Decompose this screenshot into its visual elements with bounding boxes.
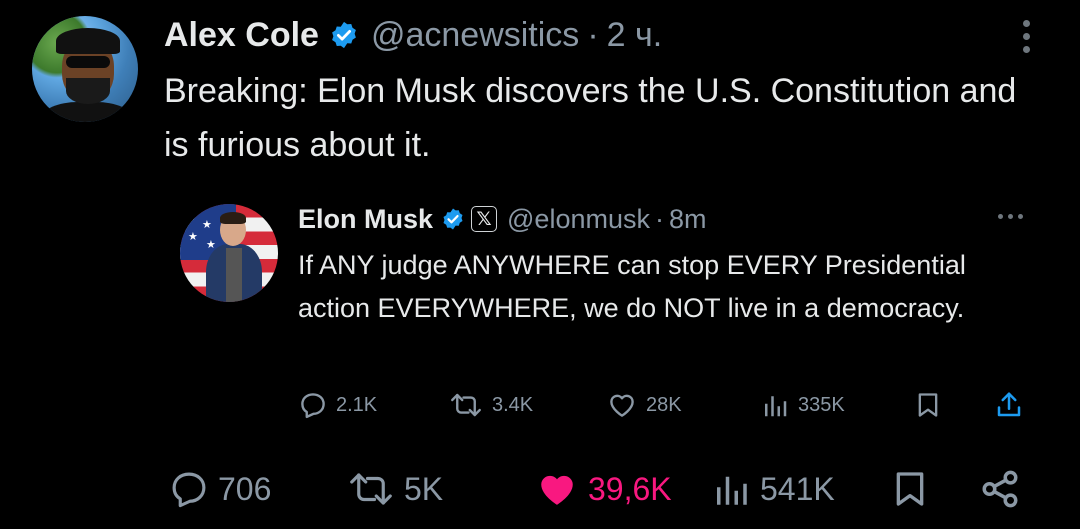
quoted-more-icon[interactable] (994, 210, 1028, 224)
quoted-author-handle[interactable]: @elonmusk (507, 204, 650, 235)
quoted-views-count: 335K (798, 393, 845, 416)
quoted-reply-button[interactable]: 2.1K (298, 390, 377, 420)
outer-author-name[interactable]: Alex Cole (164, 16, 319, 55)
quoted-tweet-header: Elon Musk 𝕏 @elonmusk · 8m (298, 200, 707, 238)
quoted-reply-count: 2.1K (336, 393, 378, 416)
like-icon (610, 394, 634, 417)
outer-author-avatar[interactable] (32, 16, 138, 122)
bookmark-button[interactable] (890, 466, 938, 512)
bookmark-icon (896, 472, 924, 506)
views-button[interactable]: 541K (710, 466, 835, 512)
like-button[interactable]: 39,6K (534, 466, 672, 512)
avatar-shirt (42, 102, 132, 122)
affiliate-x-badge-icon[interactable]: 𝕏 (471, 206, 498, 232)
more-icon[interactable] (1020, 18, 1034, 54)
repost-icon (350, 473, 392, 505)
quoted-like-button[interactable]: 28K (606, 390, 682, 420)
quoted-author-avatar[interactable]: ★ ★ ★ ★ (180, 204, 278, 302)
avatar-cap (56, 28, 120, 54)
views-icon (717, 476, 747, 505)
header-separator: · (587, 15, 599, 54)
quoted-share-button[interactable] (994, 390, 1032, 420)
views-count: 541K (760, 470, 835, 507)
quoted-author-name[interactable]: Elon Musk (298, 204, 433, 235)
repost-count: 5K (404, 470, 444, 507)
avatar-beard (66, 78, 110, 104)
repost-icon (451, 393, 481, 417)
outer-tweet-time[interactable]: 2 ч. (607, 16, 663, 55)
quoted-views-button[interactable]: 335K (760, 390, 845, 420)
verified-badge-icon[interactable] (441, 207, 465, 231)
share-icon (997, 392, 1021, 417)
share-button[interactable] (978, 466, 1030, 512)
outer-tweet-header: Alex Cole @acnewsitics · 2 ч. (164, 12, 662, 58)
quoted-tweet-time[interactable]: 8m (669, 204, 707, 235)
like-filled-icon (541, 475, 573, 505)
reply-count: 706 (218, 470, 272, 507)
avatar-sunglasses (66, 56, 110, 68)
like-count: 39,6K (588, 470, 672, 507)
quoted-repost-button[interactable]: 3.4K (448, 390, 533, 420)
reply-icon (172, 472, 206, 508)
outer-author-handle[interactable]: @acnewsitics (371, 16, 579, 55)
quoted-tweet-text: If ANY judge ANYWHERE can stop EVERY Pre… (298, 250, 966, 323)
share-network-icon (982, 470, 1018, 508)
views-icon (765, 396, 787, 417)
verified-badge-icon[interactable] (329, 20, 359, 50)
bookmark-icon (918, 393, 938, 417)
quoted-bookmark-button[interactable] (914, 390, 950, 420)
reply-icon (301, 393, 325, 419)
reply-button[interactable]: 706 (168, 466, 271, 512)
repost-button[interactable]: 5K (346, 466, 443, 512)
avatar-shirt (226, 248, 242, 302)
header-separator: · (654, 203, 664, 234)
quoted-repost-count: 3.4K (492, 393, 534, 416)
avatar-hair (220, 212, 246, 224)
outer-tweet-text: Breaking: Elon Musk discovers the U.S. C… (164, 72, 1017, 164)
quoted-like-count: 28K (646, 393, 682, 416)
